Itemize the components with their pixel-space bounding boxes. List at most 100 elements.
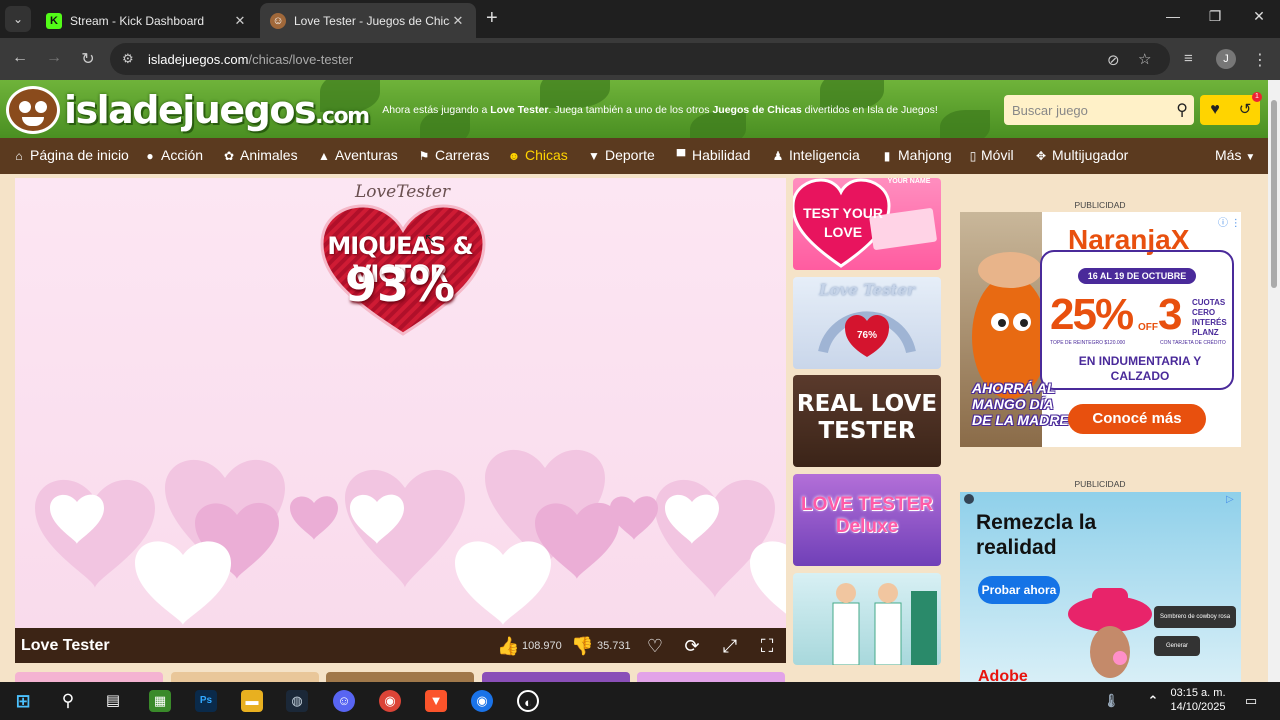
search-icon[interactable]: ⚲	[1176, 100, 1188, 120]
star-icon[interactable]: ☆	[1138, 50, 1151, 68]
expand-icon[interactable]: ⤢	[719, 636, 741, 657]
related-game-doctors[interactable]	[793, 573, 941, 665]
nav-label: Deporte	[605, 147, 655, 163]
discord-icon[interactable]: ☺	[333, 690, 355, 712]
brave-icon[interactable]: ▼	[425, 690, 447, 712]
reload-button[interactable]: ↻	[76, 49, 100, 69]
shirt-icon: ▼	[588, 149, 600, 163]
nav-item-deporte[interactable]: ▼ Deporte	[587, 147, 655, 163]
thumbs-down-icon[interactable]: 👎	[571, 636, 593, 657]
isladejuegos-icon: ☺	[270, 12, 286, 29]
related-game-love-tester-gauge[interactable]: Love Tester 76%	[793, 277, 941, 369]
site-info-icon[interactable]: ⚙	[122, 51, 140, 67]
related-game-test-your-love[interactable]: TEST YOUR LOVE YOUR NAME	[793, 178, 941, 270]
profile-avatar[interactable]: J	[1216, 49, 1236, 69]
ad-info-icon[interactable]: ⓘ ⋮	[1218, 214, 1241, 229]
nav-item-mas[interactable]: Más ▼	[1215, 147, 1255, 163]
nav-item-accion[interactable]: ● Acción	[143, 147, 203, 163]
logo-mascot[interactable]	[6, 86, 60, 134]
tab-search-button[interactable]: ⌄	[5, 6, 31, 32]
file-explorer-icon[interactable]: ▬	[241, 690, 263, 712]
task-view-icon[interactable]: ▤	[102, 690, 124, 712]
ad-cuotas: 3	[1158, 290, 1183, 339]
url-text[interactable]: isladejuegos.com/chicas/love-tester	[148, 52, 353, 67]
nav-item-mahjong[interactable]: ▮ Mahjong	[880, 147, 952, 163]
ad-generate-chip: Generar	[1154, 636, 1200, 656]
gamepad-icon: ✥	[1035, 149, 1047, 163]
nav-label: Aventuras	[335, 147, 398, 163]
ad-prompt-chip: Sombrero de cowboy rosa	[1154, 606, 1236, 628]
nav-item-movil[interactable]: ▯ Móvil	[969, 147, 1014, 163]
windows-taskbar	[0, 682, 1280, 720]
tab-love-tester[interactable]: ☺ Love Tester - Juegos de Chicas ✕	[260, 3, 476, 38]
bomb-icon: ●	[146, 149, 154, 163]
nav-label: Mahjong	[898, 147, 952, 163]
nav-item-chicas[interactable]: ☻ Chicas	[507, 147, 568, 163]
restore-button[interactable]: ❐	[1200, 8, 1230, 25]
related-game-love-tester-deluxe[interactable]: LOVE TESTER Deluxe	[793, 474, 941, 566]
game-thumbnail[interactable]	[482, 672, 630, 682]
menu-icon[interactable]: ⋮	[1252, 50, 1268, 70]
photoshop-icon[interactable]: Ps	[195, 690, 217, 712]
obs-icon[interactable]: ◐	[517, 690, 539, 712]
game-thumbnail[interactable]	[171, 672, 319, 682]
nav-item-multijugador[interactable]: ✥ Multijugador	[1034, 147, 1128, 163]
forward-button[interactable]: →	[42, 49, 66, 67]
chrome-icon[interactable]: ◉	[379, 690, 401, 712]
love-tester-brand: LoveTester	[355, 182, 451, 202]
notifications-icon[interactable]: ▭	[1240, 690, 1262, 712]
favorites-heart-button[interactable]: ♥	[1200, 95, 1230, 125]
related-game-real-love-tester[interactable]: REAL LOVE TESTER	[793, 375, 941, 467]
omnibox[interactable]: ⚙ isladejuegos.com/chicas/love-tester	[110, 43, 1170, 75]
taskbar-clock[interactable]: 03:15 a. m. 14/10/2025	[1166, 686, 1230, 714]
msg-category[interactable]: Juegos de Chicas	[712, 104, 801, 116]
nav-item-inteligencia[interactable]: ♟ Inteligencia	[771, 147, 860, 163]
thermometer-icon[interactable]: 🌡	[1100, 690, 1122, 712]
ad-naranjax[interactable]: NaranjaX ⓘ ⋮ 16 AL 19 DE OCTUBRE 25% OFF…	[960, 212, 1241, 447]
msg-game: Love Tester	[490, 104, 549, 116]
back-button[interactable]: ←	[8, 49, 32, 67]
game-thumbnail[interactable]	[15, 672, 163, 682]
tile-icon: ▮	[883, 149, 891, 163]
url-path: /chicas/love-tester	[248, 51, 354, 67]
fullscreen-icon[interactable]: ⛶	[756, 636, 778, 657]
search-input[interactable]	[1004, 102, 1164, 118]
scrollbar-thumb[interactable]	[1271, 100, 1277, 288]
close-icon[interactable]: ✕	[450, 13, 466, 29]
close-icon[interactable]: ✕	[232, 13, 248, 29]
doctors-illustration	[832, 583, 937, 665]
media-icon[interactable]: ≡	[1184, 50, 1193, 67]
minimize-button[interactable]: —	[1158, 8, 1188, 24]
close-window-button[interactable]: ✕	[1244, 8, 1274, 25]
ad-adobe[interactable]: ▷ Remezcla la realidad Probar ahora Somb…	[960, 492, 1241, 682]
ad-cta-button[interactable]: Conocé más	[1068, 404, 1206, 434]
windows-start-icon[interactable]: ⊞	[12, 690, 34, 712]
nav-item-animales[interactable]: ✿ Animales	[222, 147, 298, 163]
game-thumbnail[interactable]	[326, 672, 474, 682]
nav-item-habilidad[interactable]: ▀ Habilidad	[674, 147, 751, 163]
nav-label: Inteligencia	[789, 147, 860, 163]
tab-kick-dashboard[interactable]: K Stream - Kick Dashboard ✕	[36, 3, 258, 38]
nav-item-carreras[interactable]: ⚑ Carreras	[417, 147, 490, 163]
minecraft-icon[interactable]: ▦	[149, 690, 171, 712]
chrome-active-icon[interactable]: ◉	[471, 690, 493, 712]
refresh-icon[interactable]: ⟳	[681, 636, 703, 657]
nav-item-home[interactable]: ⌂ Página de inicio	[12, 147, 128, 163]
tray-chevron-icon[interactable]: ⌃	[1142, 690, 1164, 712]
nav-label: Acción	[161, 147, 204, 163]
new-tab-button[interactable]: +	[486, 8, 498, 28]
ad-cuotas-text: CUOTAS CERO INTERÉS PLANZ	[1192, 298, 1227, 337]
game-thumbnail[interactable]	[637, 672, 785, 682]
game-title: Love Tester	[21, 637, 110, 654]
ad-line: EN INDUMENTARIA Y CALZADO	[1078, 354, 1202, 383]
related-sub: 76%	[856, 330, 877, 341]
thumbs-up-icon[interactable]: 👍	[497, 636, 519, 657]
tab-title: Love Tester - Juegos de Chicas	[294, 13, 450, 28]
steam-icon[interactable]: ◍	[286, 690, 308, 712]
nav-item-aventuras[interactable]: ▲ Aventuras	[317, 147, 398, 163]
kick-icon: K	[46, 12, 62, 29]
eye-off-icon[interactable]: ⊘	[1107, 51, 1120, 69]
search-icon[interactable]: ⚲	[57, 690, 79, 712]
site-logo[interactable]: isladejuegos.com	[64, 88, 370, 132]
heart-icon[interactable]: ♡	[644, 636, 666, 657]
